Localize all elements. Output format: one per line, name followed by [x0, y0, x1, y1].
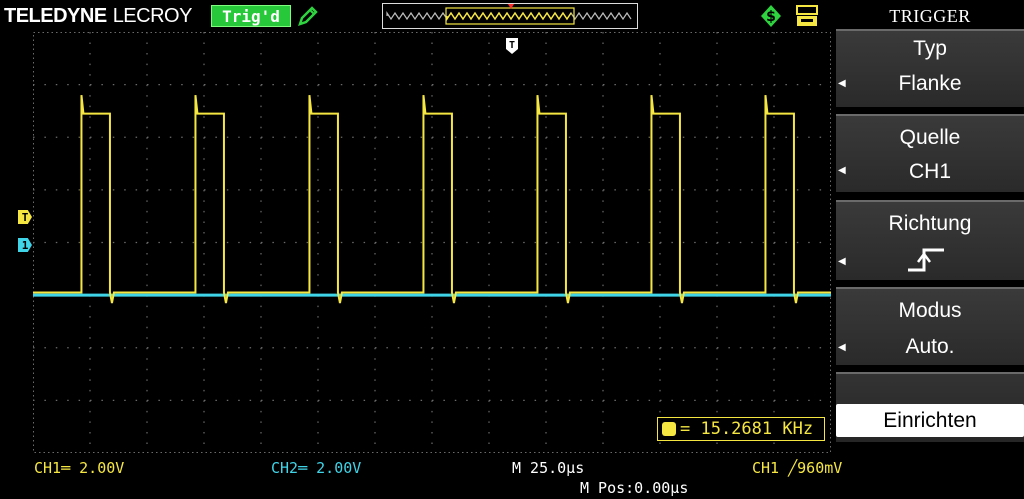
menu-title: TRIGGER	[889, 5, 971, 26]
waveform-screen[interactable]	[33, 32, 831, 453]
ch1-scale-readout[interactable]: CH1═ 2.00V	[34, 459, 124, 477]
menu-item-slope[interactable]: Richtung ◀	[836, 200, 1024, 280]
trigger-level-readout[interactable]: CH1 ╱960mV	[752, 459, 842, 477]
ch2-scale-readout[interactable]: CH2═ 2.00V	[271, 459, 361, 477]
ch1-offset-marker-label: 1	[21, 238, 29, 252]
menu-item-type-label: Typ	[913, 37, 947, 60]
svg-text:$: $	[766, 9, 776, 25]
horizontal-position-readout[interactable]: M Pos:0.00μs	[580, 479, 688, 497]
frequency-readout: = 15.2681 KHz	[657, 417, 825, 441]
menu-item-source-value: CH1	[908, 160, 951, 183]
waveform-preview	[386, 4, 632, 25]
frequency-value: = 15.2681 KHz	[680, 419, 814, 439]
trigger-status-badge: Trig'd	[211, 5, 291, 27]
trigger-level-marker[interactable]: T	[18, 210, 32, 224]
menu-item-mode[interactable]: Modus ◀ Auto.	[836, 287, 1024, 365]
brand-name-bold: TELEDYNE	[4, 4, 107, 27]
ch1-offset-marker[interactable]: 1	[18, 238, 32, 252]
brand-name-regular: LECROY	[112, 4, 193, 27]
setup-button[interactable]: Einrichten	[836, 404, 1024, 437]
brand-logo: TELEDYNE LECROY	[4, 4, 192, 28]
frequency-icon	[662, 422, 676, 436]
trigger-level-marker-label: T	[21, 210, 29, 224]
menu-item-source-label: Quelle	[899, 126, 961, 149]
waveform-preview-bar	[382, 3, 638, 29]
usb-storage-icon	[796, 5, 818, 26]
rising-edge-icon	[908, 248, 944, 272]
menu-item-mode-label: Modus	[898, 299, 962, 322]
waveform-graticule	[33, 32, 831, 453]
menu-item-type[interactable]: Typ ◀ Flanke	[836, 29, 1024, 107]
trigger-time-marker[interactable]: T	[505, 37, 519, 55]
dollar-sign-icon: $	[761, 5, 781, 27]
svg-text:T: T	[509, 40, 515, 51]
ch1-trace	[33, 95, 831, 304]
menu-item-source[interactable]: Quelle ◀ CH1	[836, 114, 1024, 192]
menu-item-type-value: Flanke	[898, 72, 962, 95]
pen-icon	[298, 6, 318, 26]
left-arrow-icon: ◀	[838, 256, 846, 267]
menu-item-mode-value: Auto.	[905, 335, 955, 358]
menu-item-slope-label: Richtung	[888, 212, 972, 235]
oscilloscope-display: TELEDYNE LECROY Trig'd $ T T 1 = 15.2681…	[0, 0, 1024, 499]
timebase-readout[interactable]: M 25.0μs	[512, 459, 584, 477]
